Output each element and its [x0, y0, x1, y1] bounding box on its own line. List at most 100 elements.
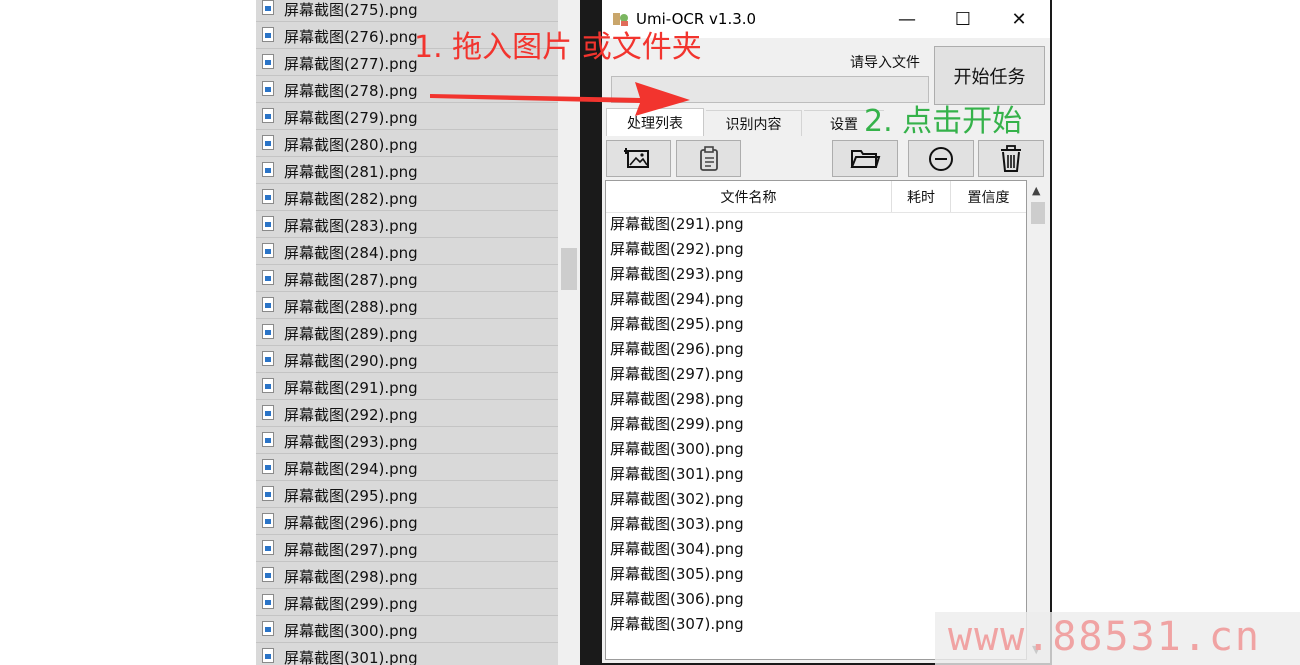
image-file-icon [262, 567, 274, 582]
explorer-file-row[interactable]: 屏幕截图(297).png [256, 536, 558, 562]
explorer-file-row[interactable]: 屏幕截图(299).png [256, 590, 558, 616]
add-image-icon [623, 147, 649, 168]
explorer-file-row[interactable]: 屏幕截图(301).png [256, 644, 558, 665]
file-name: 屏幕截图(275).png [284, 1, 418, 19]
file-name: 屏幕截图(297).png [284, 541, 418, 559]
table-row[interactable]: 屏幕截图(292).png [610, 238, 744, 263]
explorer-file-row[interactable]: 屏幕截图(293).png [256, 428, 558, 454]
maximize-button[interactable]: ☐ [940, 0, 986, 38]
table-row[interactable]: 屏幕截图(299).png [610, 413, 744, 438]
image-file-icon [262, 405, 274, 420]
image-file-icon [262, 0, 274, 15]
file-name: 屏幕截图(293).png [284, 433, 418, 451]
explorer-file-row[interactable]: 屏幕截图(294).png [256, 455, 558, 481]
image-file-icon [262, 189, 274, 204]
explorer-file-row[interactable]: 屏幕截图(284).png [256, 239, 558, 265]
annotation-step-1: 1. 拖入图片 或文件夹 [414, 30, 702, 65]
table-row[interactable]: 屏幕截图(293).png [610, 263, 744, 288]
table-scrollbar[interactable]: ▲ ▼ [1028, 180, 1048, 660]
file-name: 屏幕截图(288).png [284, 298, 418, 316]
file-name: 屏幕截图(290).png [284, 352, 418, 370]
explorer-file-row[interactable]: 屏幕截图(282).png [256, 185, 558, 211]
image-file-icon [262, 135, 274, 150]
toolbar [602, 136, 1050, 180]
explorer-file-row[interactable]: 屏幕截图(296).png [256, 509, 558, 535]
explorer-file-row[interactable]: 屏幕截图(295).png [256, 482, 558, 508]
file-name: 屏幕截图(295).png [284, 487, 418, 505]
open-folder-button[interactable] [832, 140, 898, 177]
table-row[interactable]: 屏幕截图(297).png [610, 363, 744, 388]
explorer-file-row[interactable]: 屏幕截图(290).png [256, 347, 558, 373]
tab-recognized-content[interactable]: 识别内容 [706, 110, 802, 136]
explorer-file-row[interactable]: 屏幕截图(281).png [256, 158, 558, 184]
explorer-file-row[interactable]: 屏幕截图(283).png [256, 212, 558, 238]
table-row[interactable]: 屏幕截图(302).png [610, 488, 744, 513]
column-header-time[interactable]: 耗时 [892, 181, 951, 212]
image-file-icon [262, 351, 274, 366]
table-scroll-thumb[interactable] [1031, 202, 1045, 224]
clear-list-button[interactable] [978, 140, 1044, 177]
column-header-filename[interactable]: 文件名称 [606, 181, 892, 212]
table-row[interactable]: 屏幕截图(306).png [610, 588, 744, 613]
process-list-table[interactable]: 文件名称 耗时 置信度 屏幕截图(291).png 屏幕截图(292).png 屏幕… [605, 180, 1027, 660]
drag-arrow-icon [430, 82, 690, 116]
table-row[interactable]: 屏幕截图(300).png [610, 438, 744, 463]
explorer-file-row[interactable]: 屏幕截图(287).png [256, 266, 558, 292]
table-header: 文件名称 耗时 置信度 [606, 181, 1026, 213]
file-name: 屏幕截图(284).png [284, 244, 418, 262]
paste-button[interactable] [676, 140, 741, 177]
remove-item-button[interactable] [908, 140, 974, 177]
explorer-scroll-thumb[interactable] [561, 248, 577, 290]
file-name: 屏幕截图(278).png [284, 82, 418, 100]
table-row[interactable]: 屏幕截图(296).png [610, 338, 744, 363]
paste-icon [699, 145, 718, 171]
explorer-file-row[interactable]: 屏幕截图(292).png [256, 401, 558, 427]
table-row[interactable]: 屏幕截图(301).png [610, 463, 744, 488]
image-file-icon [262, 108, 274, 123]
table-row[interactable]: 屏幕截图(304).png [610, 538, 744, 563]
explorer-file-row[interactable]: 屏幕截图(288).png [256, 293, 558, 319]
table-row[interactable]: 屏幕截图(295).png [610, 313, 744, 338]
image-file-icon [262, 486, 274, 501]
annotation-step-2: 2. 点击开始 [864, 104, 1023, 139]
table-row[interactable]: 屏幕截图(298).png [610, 388, 744, 413]
image-file-icon [262, 459, 274, 474]
file-name: 屏幕截图(280).png [284, 136, 418, 154]
table-row[interactable]: 屏幕截图(303).png [610, 513, 744, 538]
table-row[interactable]: 屏幕截图(305).png [610, 563, 744, 588]
image-file-icon [262, 270, 274, 285]
image-file-icon [262, 432, 274, 447]
image-file-icon [262, 54, 274, 69]
explorer-file-row[interactable]: 屏幕截图(298).png [256, 563, 558, 589]
file-name: 屏幕截图(299).png [284, 595, 418, 613]
explorer-file-row[interactable]: 屏幕截图(300).png [256, 617, 558, 643]
table-row[interactable]: 屏幕截图(294).png [610, 288, 744, 313]
file-name: 屏幕截图(300).png [284, 622, 418, 640]
minimize-button[interactable]: — [884, 0, 930, 38]
table-row[interactable]: 屏幕截图(307).png [610, 613, 744, 638]
column-header-confidence[interactable]: 置信度 [951, 181, 1026, 212]
maximize-icon: ☐ [954, 8, 972, 30]
image-file-icon [262, 324, 274, 339]
scroll-up-icon[interactable]: ▲ [1032, 184, 1040, 197]
explorer-file-row[interactable]: 屏幕截图(275).png [256, 0, 558, 22]
import-label: 请导入文件 [850, 55, 920, 71]
explorer-file-row[interactable]: 屏幕截图(291).png [256, 374, 558, 400]
image-file-icon [262, 297, 274, 312]
close-button[interactable]: ✕ [996, 0, 1042, 38]
close-icon: ✕ [1011, 8, 1027, 30]
add-image-button[interactable] [606, 140, 671, 177]
image-file-icon [262, 594, 274, 609]
image-file-icon [262, 621, 274, 636]
image-file-icon [262, 648, 274, 663]
watermark: www.88531.cn [948, 614, 1261, 660]
table-row[interactable]: 屏幕截图(291).png [610, 213, 744, 238]
explorer-file-row[interactable]: 屏幕截图(280).png [256, 131, 558, 157]
file-name: 屏幕截图(287).png [284, 271, 418, 289]
explorer-file-row[interactable]: 屏幕截图(289).png [256, 320, 558, 346]
image-file-icon [262, 216, 274, 231]
file-name: 屏幕截图(292).png [284, 406, 418, 424]
trash-icon [1001, 144, 1021, 172]
file-name: 屏幕截图(294).png [284, 460, 418, 478]
file-name: 屏幕截图(281).png [284, 163, 418, 181]
